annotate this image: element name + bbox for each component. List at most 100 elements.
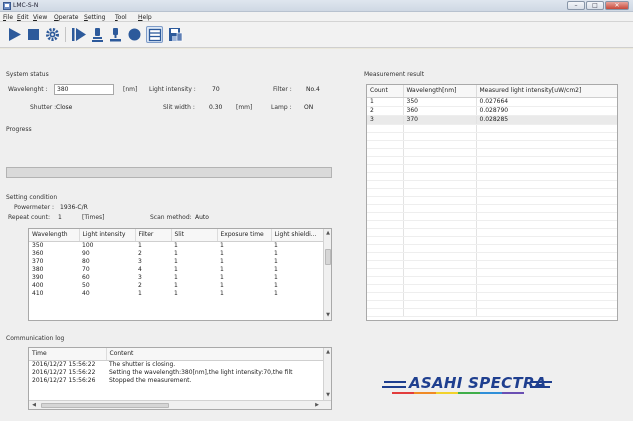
vertical-scrollbar[interactable]: ▲ ▼ xyxy=(323,348,331,400)
table-cell xyxy=(476,300,617,309)
slit-width-value: 0.30 xyxy=(209,104,223,111)
menu-setting[interactable]: Setting xyxy=(84,14,106,21)
table-cell: 90 xyxy=(82,249,90,257)
table-cell xyxy=(367,164,404,173)
menu-operate[interactable]: Operate xyxy=(54,14,78,21)
scroll-up-icon[interactable]: ▲ xyxy=(324,348,331,356)
wavelength-field[interactable]: 380 xyxy=(54,84,114,95)
table-cell: 0.027664 xyxy=(476,97,617,107)
scrollbar-thumb[interactable] xyxy=(41,403,169,408)
settings-gear-icon[interactable] xyxy=(44,26,61,43)
column-header[interactable]: Count xyxy=(367,85,404,98)
close-button[interactable]: ✕ xyxy=(605,1,629,10)
table-row[interactable]: 390 60 3 1 1 1 xyxy=(29,274,323,282)
empty-table-row xyxy=(367,188,617,197)
scrollbar-thumb[interactable] xyxy=(325,249,331,265)
table-cell xyxy=(476,148,617,157)
empty-table-row xyxy=(367,164,617,173)
menu-view[interactable]: View xyxy=(33,14,47,21)
record-icon[interactable] xyxy=(126,26,143,43)
empty-table-row xyxy=(367,148,617,157)
scroll-left-icon[interactable]: ◀ xyxy=(30,401,38,409)
setting-condition-table[interactable]: Wavelength Light intensity Filter Slit E… xyxy=(28,228,332,321)
table-cell xyxy=(476,292,617,301)
table-cell xyxy=(403,196,477,205)
list-item[interactable]: 2016/12/27 15:56:22 Setting the wavelengt… xyxy=(29,369,323,377)
scroll-right-icon[interactable]: ▶ xyxy=(313,401,321,409)
table-cell xyxy=(367,188,404,197)
repeat-count-label: Repeat count: xyxy=(8,214,50,221)
table-cell xyxy=(367,268,404,277)
column-header[interactable]: Content xyxy=(106,348,324,361)
play-icon[interactable] xyxy=(6,26,23,43)
table-cell: 360 xyxy=(403,106,477,116)
maximize-button[interactable]: □ xyxy=(586,1,604,10)
table-cell: 100 xyxy=(82,241,94,249)
column-header[interactable]: Light shieldi... xyxy=(271,229,324,242)
table-row[interactable]: 400 50 2 1 1 1 xyxy=(29,282,323,290)
save-icon[interactable] xyxy=(167,26,184,43)
table-cell xyxy=(367,148,404,157)
table-cell: 1 xyxy=(274,273,278,281)
table-row[interactable]: 3 370 0.028285 xyxy=(367,115,617,125)
menu-help[interactable]: Help xyxy=(138,14,152,21)
column-header[interactable]: Filter xyxy=(135,229,172,242)
communication-log-table[interactable]: Time Content 2016/12/27 15:56:22 The shut… xyxy=(28,347,332,410)
list-item[interactable]: 2016/12/27 15:56:22 The shutter is closin… xyxy=(29,360,323,369)
stop-icon[interactable] xyxy=(25,26,42,43)
scroll-down-icon[interactable]: ▼ xyxy=(324,311,331,319)
table-cell xyxy=(403,164,477,173)
table-row[interactable]: 380 70 4 1 1 1 xyxy=(29,266,323,274)
table-row[interactable]: 2 360 0.028790 xyxy=(367,106,617,116)
step-forward-icon[interactable] xyxy=(70,26,87,43)
layout-window-icon[interactable] xyxy=(146,26,163,43)
table-row[interactable]: 1 350 0.027664 xyxy=(367,97,617,107)
table-cell: 410 xyxy=(32,289,44,297)
menu-file[interactable]: File xyxy=(3,14,13,21)
table-cell xyxy=(403,252,477,261)
table-cell xyxy=(403,140,477,149)
table-row[interactable]: 410 40 1 1 1 1 xyxy=(29,290,323,298)
progress-bar xyxy=(6,167,332,178)
communication-log-heading: Communication log xyxy=(6,335,65,342)
empty-table-row xyxy=(367,260,617,269)
table-cell: 1 xyxy=(220,281,224,289)
table-row[interactable]: 350 100 1 1 1 1 xyxy=(29,241,323,250)
table-row[interactable]: 370 80 3 1 1 1 xyxy=(29,258,323,266)
empty-table-row xyxy=(367,268,617,277)
title-bar: LMC-S-N – □ ✕ xyxy=(0,0,633,12)
measurement-result-table[interactable]: Count Wavelength[nm] Measured light inte… xyxy=(366,84,618,321)
table-cell: 3 xyxy=(367,115,404,125)
table-cell xyxy=(403,236,477,245)
lamp-off-icon[interactable] xyxy=(107,26,124,43)
table-cell: 50 xyxy=(82,281,90,289)
column-header[interactable]: Wavelength[nm] xyxy=(403,85,477,98)
column-header[interactable]: Slit xyxy=(171,229,218,242)
list-item[interactable]: 2016/12/27 15:56:26 Stopped the measureme… xyxy=(29,377,323,385)
table-cell: 1 xyxy=(367,97,404,107)
column-header[interactable]: Exposure time xyxy=(217,229,272,242)
table-cell: 1 xyxy=(138,289,142,297)
menu-tool[interactable]: Tool xyxy=(115,14,127,21)
horizontal-scrollbar[interactable]: ◀ ▶ xyxy=(29,400,331,409)
scroll-down-icon[interactable]: ▼ xyxy=(324,391,331,399)
scroll-up-icon[interactable]: ▲ xyxy=(324,229,331,237)
minimize-button[interactable]: – xyxy=(567,1,585,10)
table-cell xyxy=(367,140,404,149)
table-cell: 1 xyxy=(174,249,178,257)
vertical-scrollbar[interactable]: ▲ ▼ xyxy=(323,229,331,320)
column-header[interactable]: Light intensity xyxy=(79,229,136,242)
column-header[interactable]: Wavelength xyxy=(29,229,80,242)
lamp-on-icon[interactable] xyxy=(89,26,106,43)
table-row[interactable]: 360 90 2 1 1 1 xyxy=(29,250,323,258)
table-cell: 2 xyxy=(138,249,142,257)
menu-edit[interactable]: Edit xyxy=(17,14,29,21)
column-header[interactable]: Measured light intensity[uW/cm2] xyxy=(476,85,617,98)
slit-width-unit: [mm] xyxy=(236,104,253,111)
table-cell: 2 xyxy=(367,106,404,116)
table-cell xyxy=(476,276,617,285)
table-cell xyxy=(367,292,404,301)
column-header[interactable]: Time xyxy=(29,348,107,361)
repeat-count-value: 1 xyxy=(58,214,62,221)
table-cell xyxy=(476,196,617,205)
